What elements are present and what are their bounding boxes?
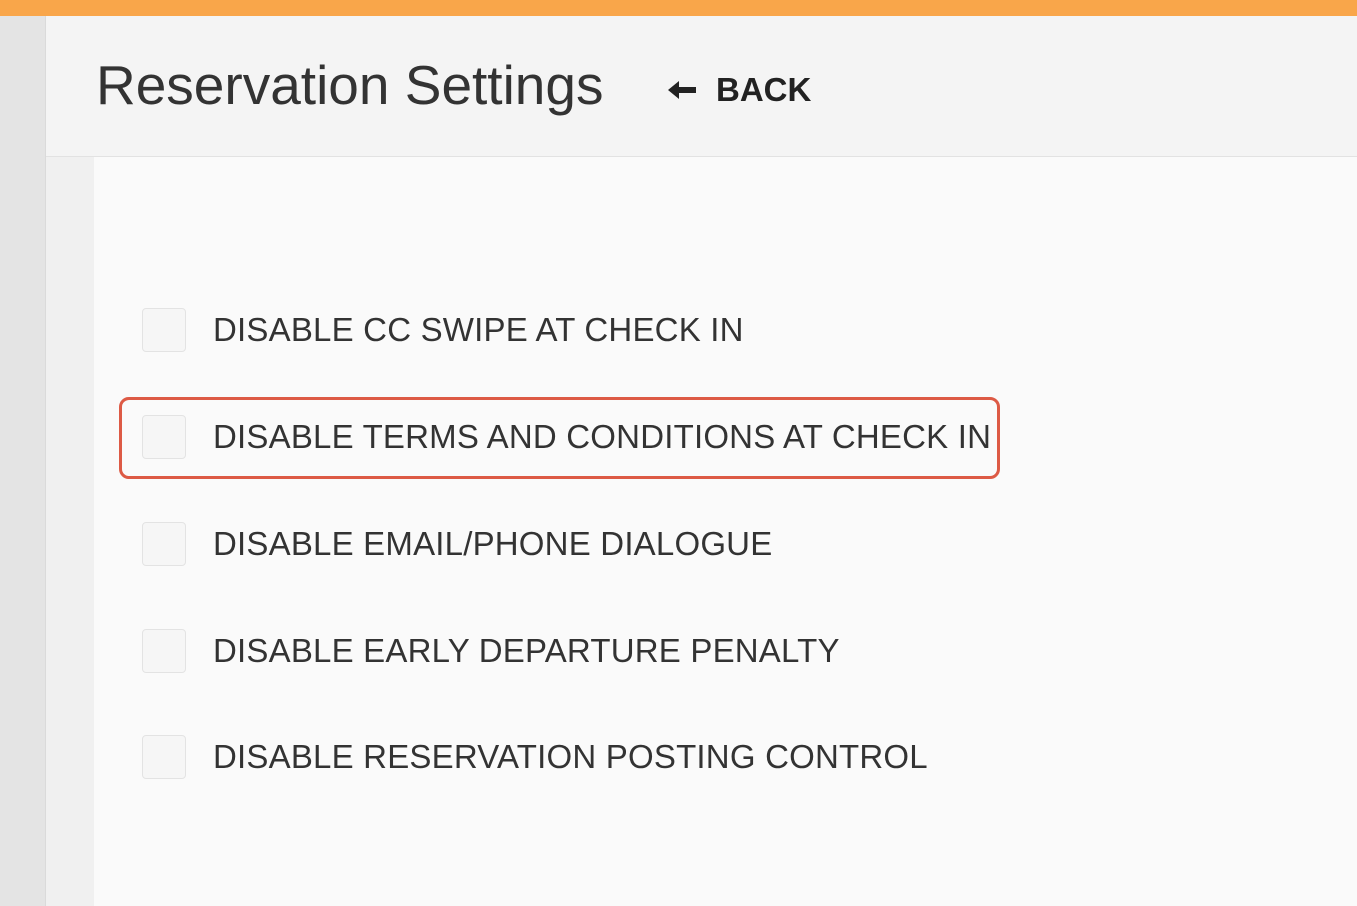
option-label: DISABLE RESERVATION POSTING CONTROL <box>213 738 928 775</box>
option-disable-cc-swipe[interactable]: DISABLE CC SWIPE AT CHECK IN <box>142 306 744 354</box>
option-disable-email-phone-dialogue[interactable]: DISABLE EMAIL/PHONE DIALOGUE <box>142 520 772 568</box>
option-disable-terms-and-conditions[interactable]: DISABLE TERMS AND CONDITIONS AT CHECK IN <box>142 413 991 461</box>
checkbox-disable-email-phone-dialogue[interactable] <box>142 522 186 566</box>
option-disable-reservation-posting-control[interactable]: DISABLE RESERVATION POSTING CONTROL <box>142 733 928 781</box>
arrow-left-icon <box>668 81 696 99</box>
content-gutter <box>46 157 94 906</box>
option-disable-early-departure-penalty[interactable]: DISABLE EARLY DEPARTURE PENALTY <box>142 627 840 675</box>
checkbox-disable-cc-swipe[interactable] <box>142 308 186 352</box>
checkbox-disable-reservation-posting-control[interactable] <box>142 735 186 779</box>
left-sidebar-rail <box>0 16 46 906</box>
checkbox-disable-early-departure-penalty[interactable] <box>142 629 186 673</box>
settings-panel: DISABLE CC SWIPE AT CHECK IN DISABLE TER… <box>94 157 1357 906</box>
page-title: Reservation Settings <box>96 54 604 116</box>
back-button[interactable]: BACK <box>668 70 811 110</box>
checkbox-disable-terms-and-conditions[interactable] <box>142 415 186 459</box>
option-label: DISABLE EARLY DEPARTURE PENALTY <box>213 632 840 669</box>
top-accent-bar <box>0 0 1357 16</box>
option-label: DISABLE TERMS AND CONDITIONS AT CHECK IN <box>213 418 992 455</box>
option-label: DISABLE EMAIL/PHONE DIALOGUE <box>213 525 773 562</box>
option-label: DISABLE CC SWIPE AT CHECK IN <box>213 311 744 348</box>
page-header: Reservation Settings BACK <box>46 16 1357 157</box>
back-label: BACK <box>716 71 812 108</box>
